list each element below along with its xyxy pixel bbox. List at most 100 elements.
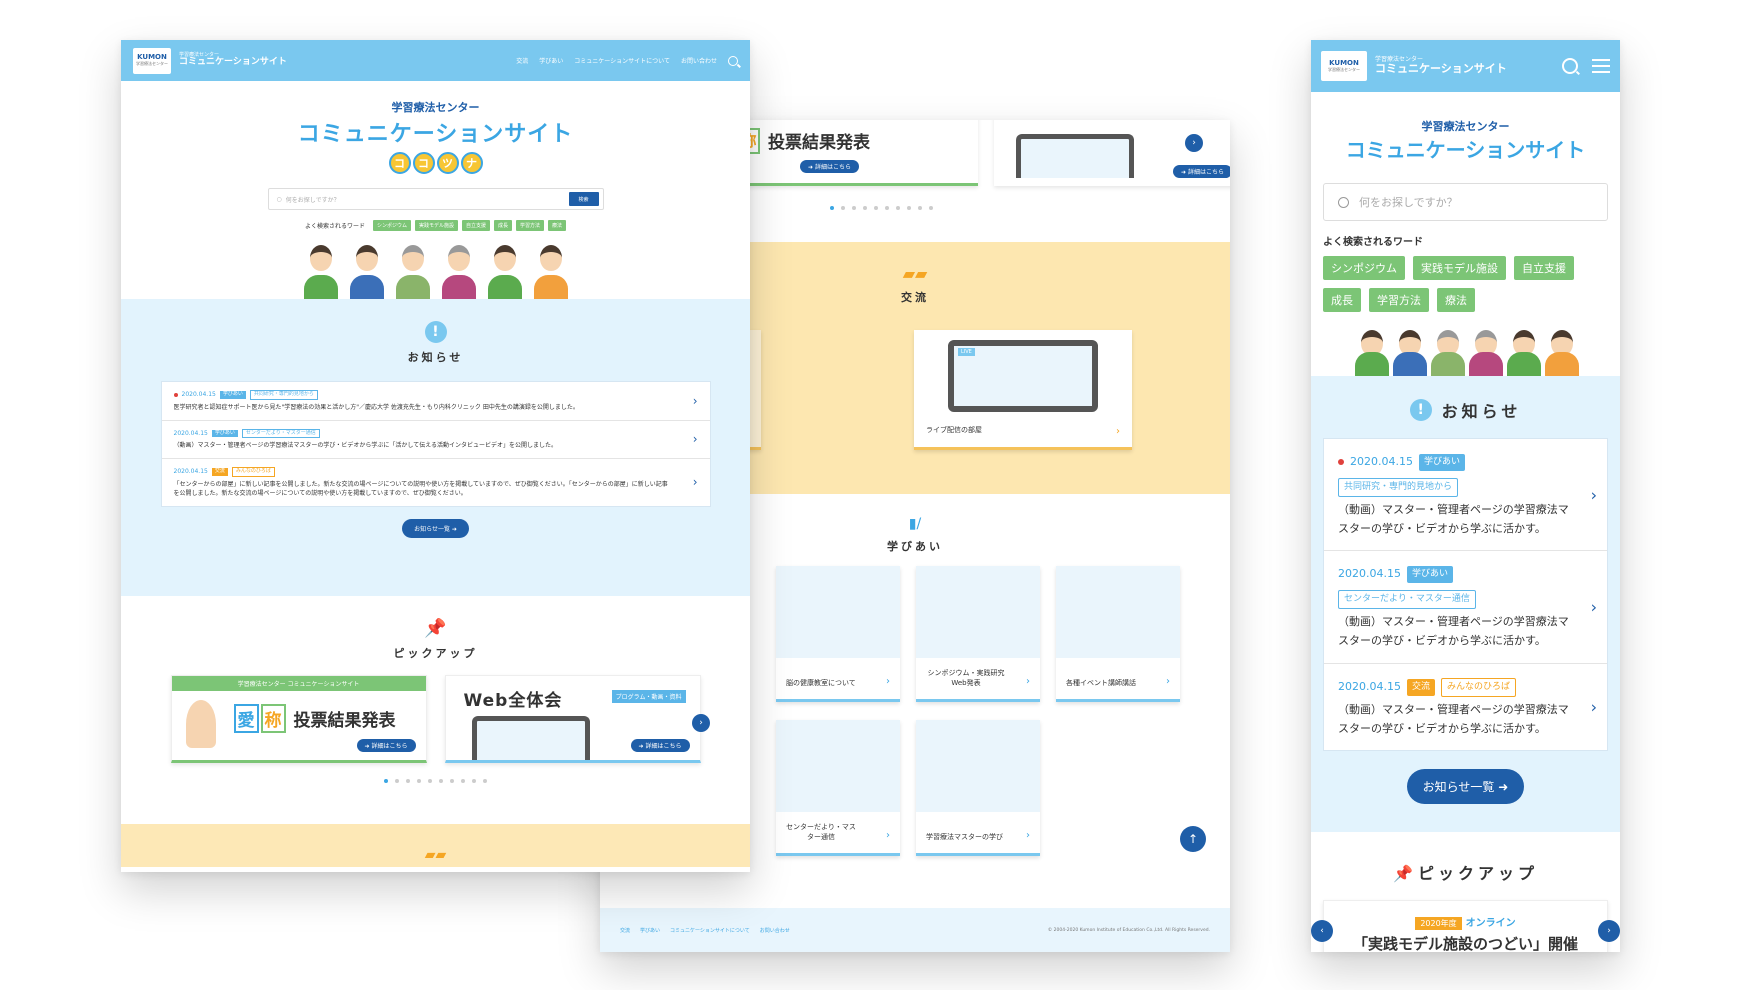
- detail-button[interactable]: ➜ 詳細はこちら: [800, 160, 859, 173]
- carousel-next-button[interactable]: ›: [692, 714, 710, 732]
- keyword-tag[interactable]: 学習方法: [516, 220, 545, 231]
- search-input[interactable]: ○ 何をお探しですか？ 検索: [267, 188, 604, 210]
- search-input[interactable]: 何をお探しですか？: [1323, 183, 1608, 221]
- nav-link[interactable]: お問い合わせ: [681, 56, 717, 65]
- search-icon[interactable]: [1562, 58, 1578, 74]
- footer: 交流 学びあい コミュニケーションサイトについて お問い合わせ © 2004-2…: [600, 908, 1230, 952]
- section-title-pickup: ピックアップ: [393, 647, 478, 660]
- chevron-right-icon: ›: [886, 830, 890, 841]
- koryu-section-top: ▰▰: [121, 824, 750, 867]
- exclamation-icon: !: [1409, 399, 1432, 421]
- pin-icon: 📌: [1392, 864, 1413, 883]
- desktop-page-top: KUMON 学習療法センター 学習療法センター コミュニケーションサイト 交流 学…: [121, 40, 750, 872]
- notice-list-button[interactable]: お知らせ一覧 ➜: [402, 518, 469, 538]
- search-button[interactable]: 検索: [568, 192, 599, 206]
- keyword-tag[interactable]: シンポジウム: [1323, 256, 1405, 280]
- chevron-right-icon: ›: [1166, 676, 1170, 687]
- keyword-tag[interactable]: 実践モデル施設: [1413, 256, 1506, 280]
- site-name[interactable]: 学習療法センター コミュニケーションサイト: [1375, 56, 1507, 76]
- keyword-tag[interactable]: 学習方法: [1369, 288, 1429, 312]
- notice-section: ! お知らせ 2020.04.15 学びあい 共同研究・専門的見地から 医学研究者と…: [121, 299, 750, 596]
- kumon-logo[interactable]: KUMON 学習療法センター: [1321, 51, 1367, 81]
- people-illustration: [1311, 320, 1620, 376]
- carousel-dots: [830, 206, 933, 210]
- detail-button[interactable]: ➜ 詳細はこちら: [630, 739, 690, 752]
- footer-link[interactable]: 交流: [620, 927, 630, 934]
- back-to-top-button[interactable]: ↑: [1180, 826, 1206, 852]
- global-nav: 交流 学びあい コミュニケーションサイトについて お問い合わせ: [516, 55, 738, 66]
- tablet-illustration: [471, 716, 590, 760]
- copyright: © 2004-2020 Kumon Institute of Education…: [1047, 927, 1210, 933]
- pin-icon: 📌: [424, 618, 447, 639]
- tablet-illustration: [1016, 134, 1134, 178]
- footer-link[interactable]: お問い合わせ: [760, 927, 790, 934]
- notice-list: 2020.04.15 学びあい 共同研究・専門的見地から （動画）マスター・管理者ペ…: [1323, 438, 1608, 752]
- monitor-illustration: LIVE: [948, 340, 1098, 412]
- chevron-right-icon: ›: [692, 432, 698, 447]
- chat-bubbles-icon: ▰▰: [424, 847, 447, 863]
- pickup-card-vote[interactable]: 学習療法センター コミュニケーションサイト 愛 称 投票結果発表 ➜ 詳細はこち…: [170, 675, 427, 763]
- card-title: 投票結果発表: [768, 133, 870, 153]
- chevron-right-icon: ›: [1590, 485, 1597, 505]
- nav-link[interactable]: 交流: [516, 56, 528, 65]
- koryu-card-live[interactable]: LIVE ライブ配信の部屋 ›: [914, 330, 1132, 450]
- keyword-tag[interactable]: 療法: [548, 220, 567, 231]
- carousel-dots: [121, 779, 750, 783]
- pickup-card-web[interactable]: ➜ 詳細はこちら: [994, 120, 1230, 186]
- manabi-card[interactable]: 各種イベント講師講話 ›: [1056, 566, 1180, 702]
- new-dot-icon: [1338, 459, 1344, 466]
- carousel-next-button[interactable]: ›: [1598, 920, 1620, 942]
- carousel-prev-button[interactable]: ‹: [1311, 920, 1333, 942]
- popular-keywords: よく検索されるワード シンポジウム 実践モデル施設 自立支援 成長 学習方法 療…: [121, 220, 750, 231]
- site-name[interactable]: 学習療法センター コミュニケーションサイト: [179, 52, 287, 68]
- nickname-badges: ココツナ: [121, 152, 750, 174]
- manabi-card[interactable]: センターだより・マスター通信 ›: [776, 720, 900, 856]
- notice-list-button[interactable]: お知らせ一覧 ➜: [1406, 769, 1525, 805]
- search-icon[interactable]: [728, 55, 738, 66]
- mobile-page: KUMON 学習療法センター 学習療法センター コミュニケーションサイト 学習療法…: [1311, 40, 1620, 952]
- mobile-header: KUMON 学習療法センター 学習療法センター コミュニケーションサイト: [1311, 40, 1620, 92]
- footer-link[interactable]: 学びあい: [640, 927, 660, 934]
- chevron-right-icon: ›: [1116, 426, 1120, 437]
- chevron-right-icon: ›: [1026, 676, 1030, 687]
- chevron-right-icon: ›: [886, 676, 890, 687]
- hamburger-menu-icon[interactable]: [1592, 59, 1610, 73]
- kumon-logo[interactable]: KUMON 学習療法センター: [133, 47, 171, 74]
- people-illustration: [121, 237, 750, 299]
- chevron-right-icon: ›: [1026, 830, 1030, 841]
- mobile-hero: 学習療法センター コミュニケーションサイト: [1345, 120, 1586, 162]
- detail-button[interactable]: ➜ 詳細はこちら: [1173, 165, 1230, 178]
- carousel-next-button[interactable]: ›: [1185, 134, 1203, 152]
- notice-item[interactable]: 2020.04.15 学びあい センターだより・マスター通信 （動画）マスター・管理…: [161, 421, 710, 459]
- detail-button[interactable]: ➜ 詳細はこちら: [356, 739, 416, 752]
- keyword-tag[interactable]: 自立支援: [1514, 256, 1574, 280]
- keyword-tag[interactable]: 実践モデル施設: [414, 220, 458, 231]
- footer-link[interactable]: コミュニケーションサイトについて: [670, 927, 750, 934]
- nav-link[interactable]: コミュニケーションサイトについて: [574, 56, 670, 65]
- manabi-card[interactable]: 学習療法マスターの学び ›: [916, 720, 1040, 856]
- section-title-notice: お知らせ: [407, 351, 464, 364]
- exclamation-icon: !: [424, 321, 447, 343]
- chevron-right-icon: ›: [1590, 697, 1597, 717]
- pickup-card-web[interactable]: Web全体会 プログラム・動画・資料 ➜ 詳細はこちら: [444, 675, 701, 763]
- pickup-card-event[interactable]: 2020年度 オンライン 「実践モデル施設のつどい」開催: [1323, 900, 1608, 952]
- chevron-right-icon: ›: [692, 393, 698, 408]
- keyword-tag[interactable]: 療法: [1437, 288, 1475, 312]
- notice-item[interactable]: 2020.04.15 交流 みんなのひろば 「センターからの部屋」に新しい記事を公開…: [162, 459, 710, 506]
- notice-item[interactable]: 2020.04.15 学びあい 共同研究・専門的見地から （動画）マスター・管理者ペ…: [1324, 439, 1607, 552]
- manabi-card[interactable]: 脳の健康教室について ›: [776, 566, 900, 702]
- keyword-tag[interactable]: 成長: [494, 220, 513, 231]
- card-label: ライブ配信の部屋: [926, 426, 982, 434]
- keyword-tag[interactable]: シンポジウム: [372, 220, 411, 231]
- pickup-carousel: 学習療法センター コミュニケーションサイト 愛 称 投票結果発表 ➜ 詳細はこち…: [121, 675, 750, 763]
- pickup-card-vote[interactable]: 称 投票結果発表 ➜ 詳細はこちら: [730, 120, 978, 186]
- pickup-section: 📌 ピックアップ 2020年度 オンライン 「実践モデル施設のつどい」開催 ‹ ›: [1311, 832, 1620, 952]
- nav-link[interactable]: 学びあい: [539, 56, 563, 65]
- notice-section: ! お知らせ 2020.04.15 学びあい 共同研究・専門的見地から （動画）マス…: [1311, 376, 1620, 832]
- manabi-card[interactable]: シンポジウム・実践研究Web発表 ›: [916, 566, 1040, 702]
- keyword-tag[interactable]: 自立支援: [461, 220, 490, 231]
- keyword-tag[interactable]: 成長: [1323, 288, 1361, 312]
- notice-item[interactable]: 2020.04.15 交流 みんなのひろば （動画）マスター・管理者ページの学習療法…: [1324, 664, 1607, 751]
- notice-item[interactable]: 2020.04.15 学びあい センターだより・マスター通信 （動画）マスター・管理…: [1324, 551, 1607, 664]
- notice-item[interactable]: 2020.04.15 学びあい 共同研究・専門的見地から 医学研究者と認知症サポート…: [161, 382, 710, 421]
